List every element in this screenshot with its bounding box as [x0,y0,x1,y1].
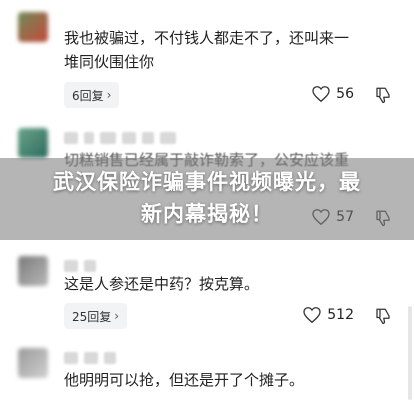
heart-icon [312,86,330,102]
headline: 武汉保险诈骗事件视频曝光，最 新内幕揭秘！ [10,166,404,230]
headline-line-2: 新内幕揭秘！ [141,202,273,226]
heart-icon [303,307,321,323]
chevron-right-icon: › [114,309,120,323]
like-count: 512 [327,307,354,323]
comment-text: 这是人参还是中药？按克算。 [64,275,260,293]
chevron-right-icon: › [106,88,112,102]
username [64,132,176,146]
thumbs-down-icon [376,87,390,104]
avatar[interactable] [18,348,48,378]
replies-button[interactable]: 25回复 › [64,303,128,329]
dislike-button[interactable] [374,307,392,329]
dislike-button[interactable] [374,86,392,108]
comment-text: 他明明可以抢，但还是开了个摊子。 [64,371,305,389]
avatar[interactable] [18,128,48,158]
replies-count: 6回复 [72,88,104,103]
like-button[interactable]: 512 [303,307,354,323]
like-button[interactable]: 56 [312,86,354,102]
avatar[interactable] [18,256,48,286]
comment-text: 我也被骗过，不付钱人都走不了，还叫来一 堆同伙围住你 [64,29,350,71]
thumbs-down-icon [376,308,390,325]
avatar[interactable] [18,12,48,42]
replies-count: 25回复 [72,309,112,324]
like-count: 56 [336,86,354,102]
username [64,352,116,366]
headline-line-1: 武汉保险诈骗事件视频曝光，最 [53,170,361,194]
scrollbar[interactable] [408,306,412,400]
replies-button[interactable]: 6回复 › [64,82,120,108]
